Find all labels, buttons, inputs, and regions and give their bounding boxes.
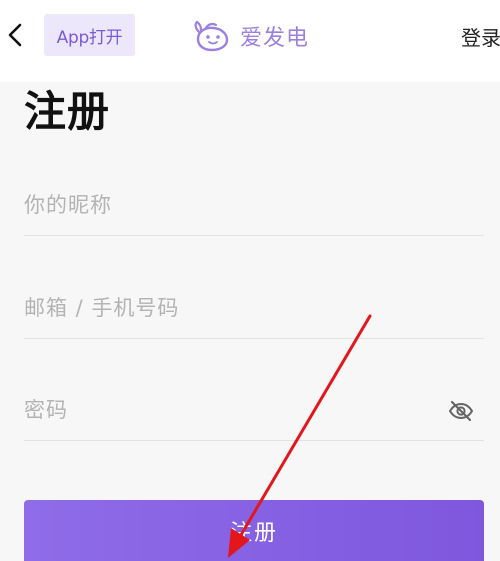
open-in-app-button[interactable]: App打开 [44,14,135,56]
brand[interactable]: 爱发电 [192,18,309,54]
brand-name: 爱发电 [240,26,310,51]
page-title: 注册 [24,87,111,136]
email-phone-placeholder: 邮箱 / 手机号码 [24,296,180,320]
password-field[interactable]: 密码 [24,380,484,441]
top-bar: App打开 爱发电 登录 [0,0,500,82]
nickname-placeholder: 你的昵称 [24,193,112,217]
email-phone-field[interactable]: 邮箱 / 手机号码 [24,278,484,339]
aifadian-logo-icon [194,20,229,52]
password-placeholder: 密码 [24,398,68,422]
login-link[interactable]: 登录 [461,22,500,51]
back-button[interactable] [2,20,28,50]
register-button[interactable]: 注册 [24,500,484,561]
password-visibility-toggle[interactable] [448,398,474,424]
chevron-left-icon [8,23,22,47]
eye-off-icon [448,400,474,422]
nickname-field[interactable]: 你的昵称 [24,175,484,236]
